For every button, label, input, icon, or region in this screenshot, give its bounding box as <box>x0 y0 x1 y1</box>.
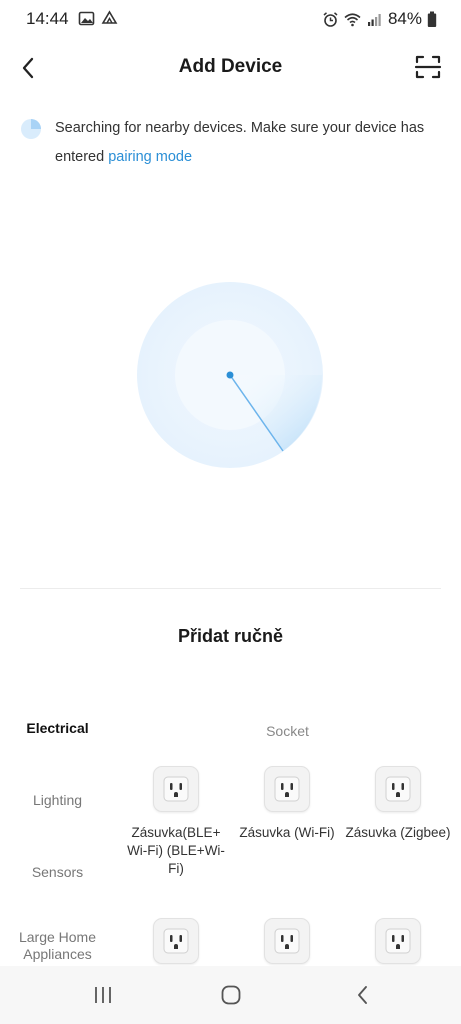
category-large-home-appliances[interactable]: Large Home Appliances <box>0 929 115 963</box>
search-message: Searching for nearby devices. Make sure … <box>55 114 445 172</box>
device-socket-6[interactable] <box>343 918 453 964</box>
category-sensors[interactable]: Sensors <box>0 864 115 881</box>
device-socket-wifi[interactable]: Zásuvka (Wi-Fi) <box>232 766 342 842</box>
battery-icon <box>427 11 437 27</box>
category-electrical[interactable]: Electrical <box>0 720 115 737</box>
scan-icon <box>414 55 442 79</box>
device-tile <box>264 766 310 812</box>
status-right: 84% <box>322 9 437 29</box>
device-tile <box>264 918 310 964</box>
device-tile <box>375 766 421 812</box>
socket-icon <box>274 776 300 802</box>
divider <box>20 588 441 589</box>
device-name: Zásuvka (Zigbee) <box>345 825 451 840</box>
loading-spinner-icon <box>21 119 41 139</box>
wifi-icon <box>344 12 361 26</box>
category-lighting[interactable]: Lighting <box>0 792 115 809</box>
device-socket-5[interactable] <box>232 918 342 964</box>
device-socket-4[interactable] <box>121 918 231 964</box>
back-icon <box>358 986 367 1004</box>
gallery-icon <box>78 11 95 26</box>
pairing-mode-link[interactable]: pairing mode <box>108 149 192 165</box>
drive-icon <box>101 10 118 24</box>
system-nav-bar <box>0 966 461 1024</box>
socket-icon <box>274 928 300 954</box>
recent-apps-icon <box>95 987 111 1003</box>
recent-apps-button[interactable] <box>83 982 123 1008</box>
status-time: 14:44 <box>26 9 69 28</box>
socket-icon <box>163 928 189 954</box>
app-header: Add Device <box>0 40 461 96</box>
device-socket-zigbee[interactable]: Zásuvka (Zigbee) <box>343 766 453 842</box>
socket-icon <box>385 928 411 954</box>
manual-add-title: Přidat ručně <box>177 626 284 646</box>
battery-percent: 84% <box>387 9 422 28</box>
device-socket-ble-wifi[interactable]: Zásuvka(BLE+ Wi-Fi) (BLE+Wi-Fi) <box>121 766 231 878</box>
device-name: Zásuvka(BLE+ Wi-Fi) (BLE+Wi-Fi) <box>127 825 225 876</box>
home-button[interactable] <box>211 982 251 1008</box>
status-bar: 14:44 84% <box>0 0 461 38</box>
device-tile <box>375 918 421 964</box>
scan-button[interactable] <box>413 52 443 82</box>
alarm-icon <box>323 11 338 27</box>
device-name: Zásuvka (Wi-Fi) <box>239 825 335 840</box>
radar-animation <box>137 282 323 468</box>
status-left-icons <box>78 10 118 27</box>
section-label-socket: Socket <box>266 723 309 739</box>
system-back-button[interactable] <box>342 982 382 1008</box>
page-title: Add Device <box>178 56 283 77</box>
home-icon <box>221 985 241 1005</box>
socket-icon <box>385 776 411 802</box>
device-tile <box>153 918 199 964</box>
signal-icon <box>367 13 381 26</box>
device-tile <box>153 766 199 812</box>
socket-icon <box>163 776 189 802</box>
